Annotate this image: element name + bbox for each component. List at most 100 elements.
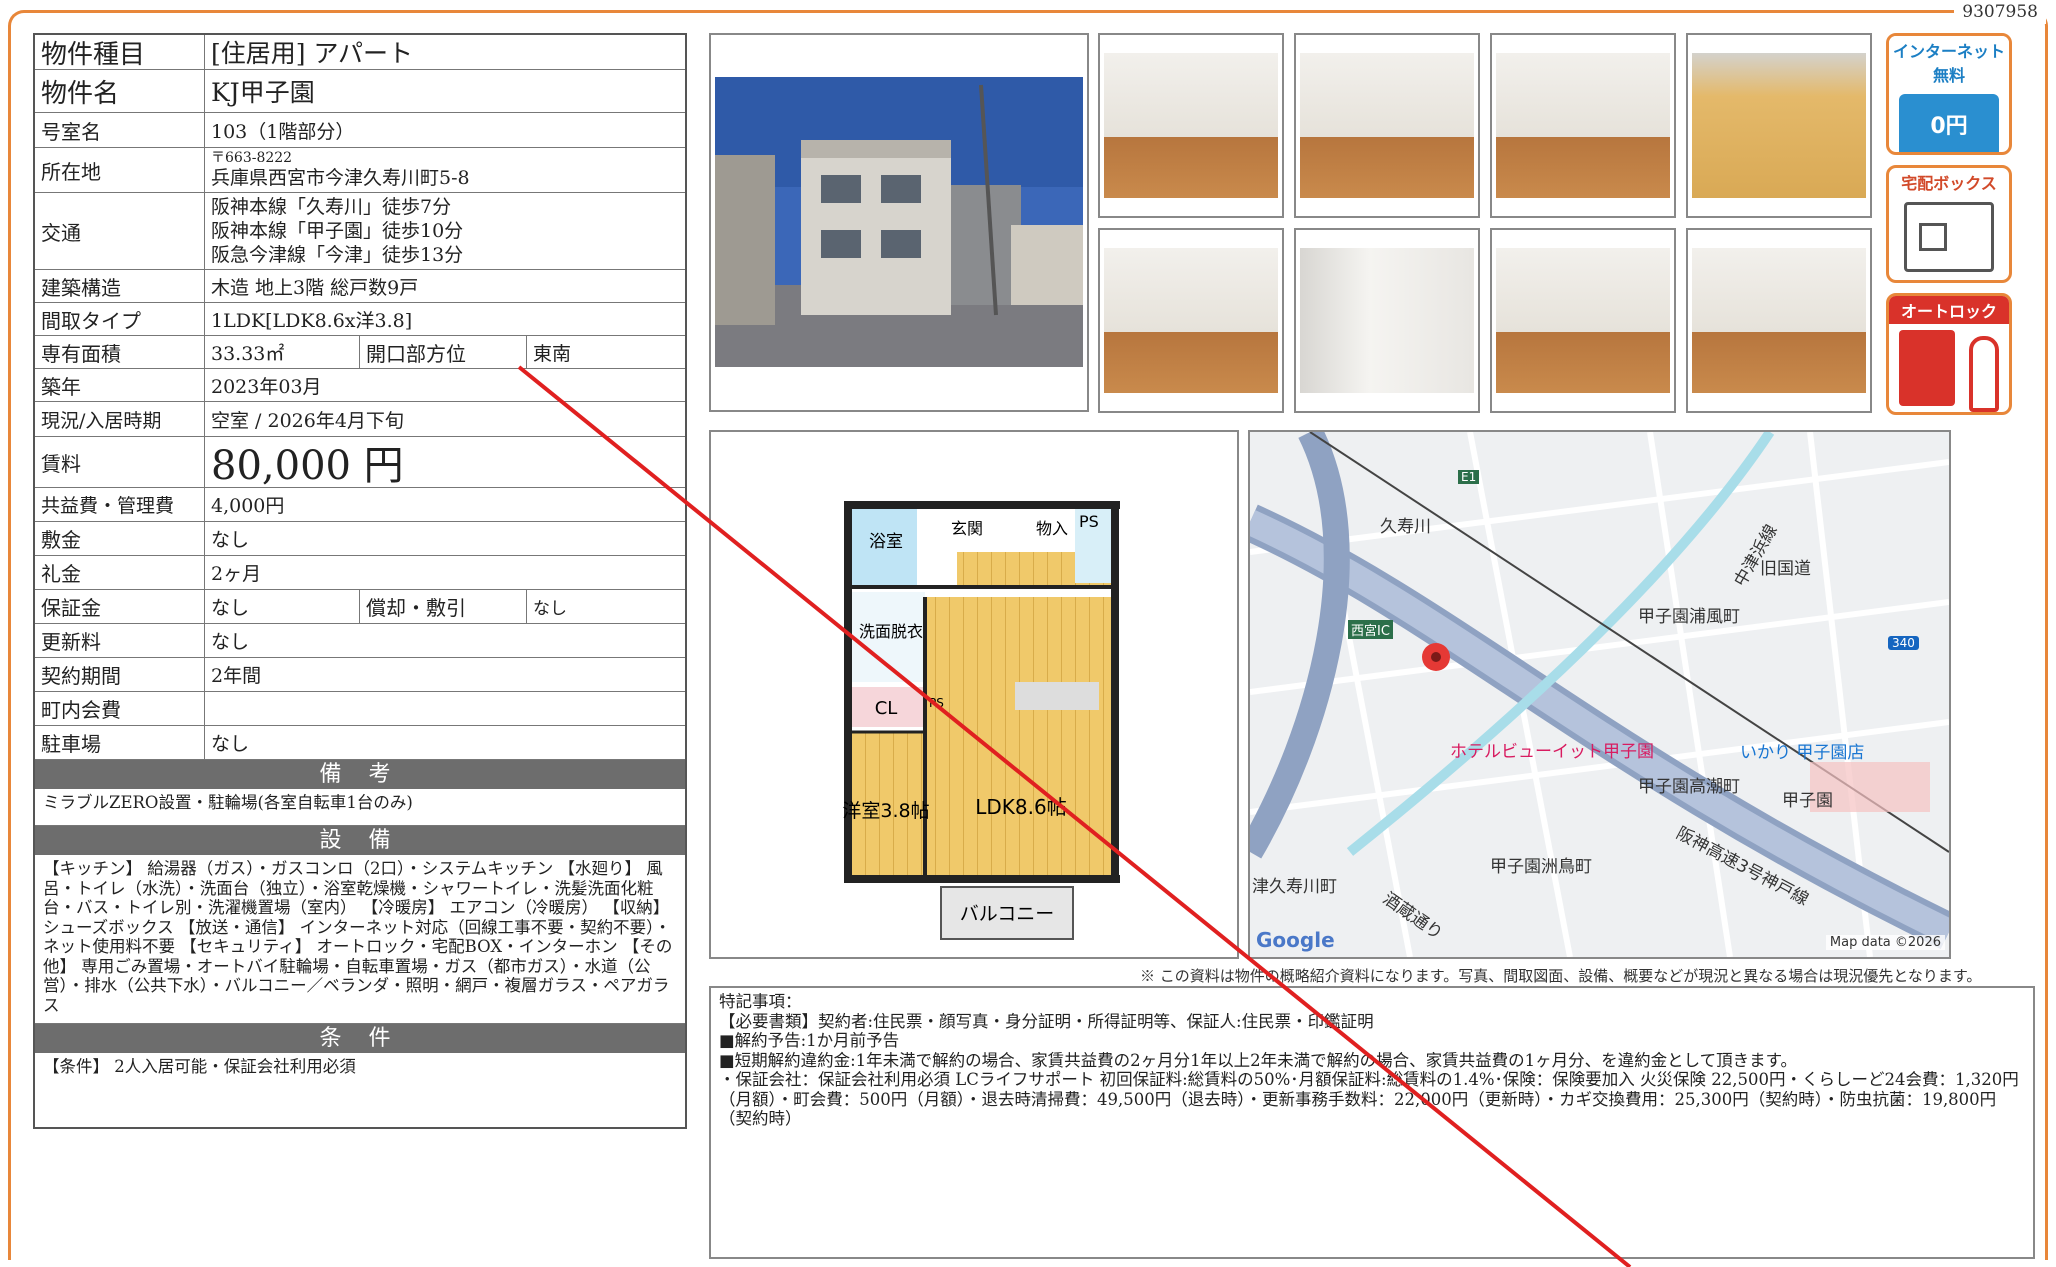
transit-line: 阪急今津線「今津」徒歩13分 <box>211 244 464 266</box>
map-label: 久寿川 <box>1380 517 1431 537</box>
renewal-label: 更新料 <box>35 624 205 657</box>
notes-line: 【必要書類】契約者:住民票・顔写真・身分証明・所得証明等、保証人:住民票・印鑑証… <box>719 1011 1374 1031</box>
keypad-icon <box>1899 330 1956 406</box>
disclaimer: ※ この資料は物件の概略紹介資料になります。写真、間取図面、設備、概要などが現況… <box>1140 967 1982 985</box>
autolock-badge: オートロック <box>1886 293 2012 415</box>
parking-value: なし <box>211 733 250 755</box>
equipment-header: 設 備 <box>35 826 685 855</box>
town-fee-value <box>205 692 685 725</box>
room-label: 号室名 <box>35 113 205 147</box>
address-row: 所在地 〒663-8222 兵庫県西宮市今津久寿川町5-8 <box>35 148 685 193</box>
town-fee-row: 町内会費 <box>35 692 685 726</box>
transit-row: 交通 阪神本線「久寿川」徒歩7分 阪神本線「甲子園」徒歩10分 阪急今津線「今津… <box>35 193 685 270</box>
zip-code: 〒663-8222 <box>211 150 293 166</box>
delivery-badge-label: 宅配ボックス <box>1901 174 1997 193</box>
amort-value: なし <box>533 599 567 619</box>
guarantee-label: 保証金 <box>35 590 205 623</box>
map-label: 津久寿川町 <box>1252 877 1337 897</box>
layout-label: 間取タイプ <box>35 303 205 335</box>
notes-line: ■短期解約違約金:1年未満で解約の場合、家賃共益費の2ヶ月分1年以上2年未満で解… <box>719 1050 1797 1070</box>
structure-label: 建築構造 <box>35 270 205 302</box>
structure-value: 木造 地上3階 総戸数9戸 <box>211 276 419 299</box>
plan-closet-label: CL <box>875 698 898 719</box>
map-label: 甲子園 <box>1782 791 1833 811</box>
status-row: 現況/入居時期 空室 / 2026年4月下旬 <box>35 402 685 437</box>
plan-balcony-label: バルコニー <box>960 903 1055 925</box>
map-label: 旧国道 <box>1760 559 1811 579</box>
room-value: 103（1階部分） <box>211 120 355 143</box>
map-label: 甲子園高潮町 <box>1638 777 1740 797</box>
location-map: 久寿川 旧国道 甲子園浦風町 西宮IC ホテルビューイット甲子園 いかり 甲子園… <box>1248 430 1951 959</box>
photo-entrance <box>1490 228 1676 413</box>
name-row: 物件名 KJ甲子園 <box>35 70 685 113</box>
floor-plan: 浴室 玄関 物入 PS 洗面脱衣 CL PS 洋室3.8帖 LDK8.6帖 バル… <box>709 430 1239 959</box>
internet-free-badge: インターネット無料 0円 <box>1886 33 2012 155</box>
term-row: 契約期間 2年間 <box>35 658 685 692</box>
map-label: ホテルビューイット甲子園 <box>1450 742 1654 762</box>
rent-value: 80,000 円 <box>211 443 404 489</box>
box-icon <box>1904 202 1994 272</box>
property-info-table: 物件種目 [住居用] アパート 物件名 KJ甲子園 号室名 103（1階部分） … <box>33 33 687 1129</box>
map-label: いかり 甲子園店 <box>1740 743 1865 763</box>
term-value: 2年間 <box>211 665 262 687</box>
remarks-text: ミラブルZERO設置・駐輪場(各室自転車1台のみ) <box>35 789 685 826</box>
notes-line: ・保証会社：保証会社利用必須 LCライフサポート 初回保証料:総賃料の50%･月… <box>719 1070 2019 1128</box>
google-logo: Google <box>1256 928 1335 952</box>
photo-room <box>1294 33 1480 218</box>
notes-title: 特記事項： <box>719 992 802 1011</box>
guarantee-row: 保証金 なし 償却・敷引 なし <box>35 590 685 624</box>
delivery-box-badge: 宅配ボックス <box>1886 165 2012 283</box>
room-row: 号室名 103（1階部分） <box>35 113 685 148</box>
amort-label: 償却・敷引 <box>360 590 527 623</box>
map-label: 340 <box>1888 636 1919 650</box>
type-label: 物件種目 <box>35 35 205 70</box>
plan-entrance-label: 玄関 <box>951 519 983 538</box>
parking-row: 駐車場 なし <box>35 726 685 760</box>
address-text: 兵庫県西宮市今津久寿川町5-8 <box>211 167 470 189</box>
equipment-text: 【キッチン】 給湯器（ガス）・ガスコンロ（2口）・システムキッチン 【水廻り】 … <box>35 855 685 1024</box>
term-label: 契約期間 <box>35 658 205 691</box>
photo-bath <box>1686 33 1872 218</box>
town-fee-label: 町内会費 <box>35 692 205 725</box>
built-value: 2023年03月 <box>211 375 322 398</box>
structure-row: 建築構造 木造 地上3階 総戸数9戸 <box>35 270 685 303</box>
transit-line: 阪神本線「甲子園」徒歩10分 <box>211 220 464 242</box>
name-value: KJ甲子園 <box>211 78 315 107</box>
map-label: E1 <box>1458 470 1480 484</box>
photo-toilet <box>1294 228 1480 413</box>
special-notes: 特記事項： 【必要書類】契約者:住民票・顔写真・身分証明・所得証明等、保証人:住… <box>709 986 2035 1259</box>
internet-badge-label: インターネット無料 <box>1889 36 2009 88</box>
transit-line: 阪神本線「久寿川」徒歩7分 <box>211 196 452 218</box>
status-label: 現況/入居時期 <box>35 402 205 436</box>
map-attribution: Map data ©2026 <box>1825 935 1945 950</box>
area-value: 33.33㎡ <box>205 336 360 368</box>
renewal-value: なし <box>211 631 250 653</box>
plan-bath-label: 浴室 <box>869 532 903 552</box>
photo-kitchen <box>1098 33 1284 218</box>
key-icon <box>1968 336 1999 412</box>
name-label: 物件名 <box>35 70 205 112</box>
type-row: 物件種目 [住居用] アパート <box>35 35 685 70</box>
plan-ps-label: PS <box>1079 512 1099 531</box>
built-label: 築年 <box>35 369 205 401</box>
key-money-row: 礼金 2ヶ月 <box>35 556 685 590</box>
fee-row: 共益費・管理費 4,000円 <box>35 488 685 522</box>
document-id: 9307958 <box>1954 0 2046 24</box>
facing-label: 開口部方位 <box>360 336 527 368</box>
fee-label: 共益費・管理費 <box>35 488 205 521</box>
layout-row: 間取タイプ 1LDK[LDK8.6x洋3.8] <box>35 303 685 336</box>
plan-ldk-label: LDK8.6帖 <box>975 795 1066 819</box>
photo-closet <box>1098 228 1284 413</box>
renewal-row: 更新料 なし <box>35 624 685 658</box>
conditions-header: 条 件 <box>35 1024 685 1053</box>
key-money-value: 2ヶ月 <box>211 563 262 585</box>
parking-label: 駐車場 <box>35 726 205 759</box>
status-value: 空室 / 2026年4月下旬 <box>211 409 404 432</box>
map-label: 甲子園浦風町 <box>1638 607 1740 627</box>
plan-western-room-label: 洋室3.8帖 <box>842 800 929 822</box>
transit-value: 阪神本線「久寿川」徒歩7分 阪神本線「甲子園」徒歩10分 阪急今津線「今津」徒歩… <box>205 193 685 269</box>
map-label: 西宮IC <box>1348 620 1393 639</box>
plan-washroom-label: 洗面脱衣 <box>859 622 923 641</box>
plan-ps2-label: PS <box>929 696 944 710</box>
area-row: 専有面積 33.33㎡ 開口部方位 東南 <box>35 336 685 369</box>
